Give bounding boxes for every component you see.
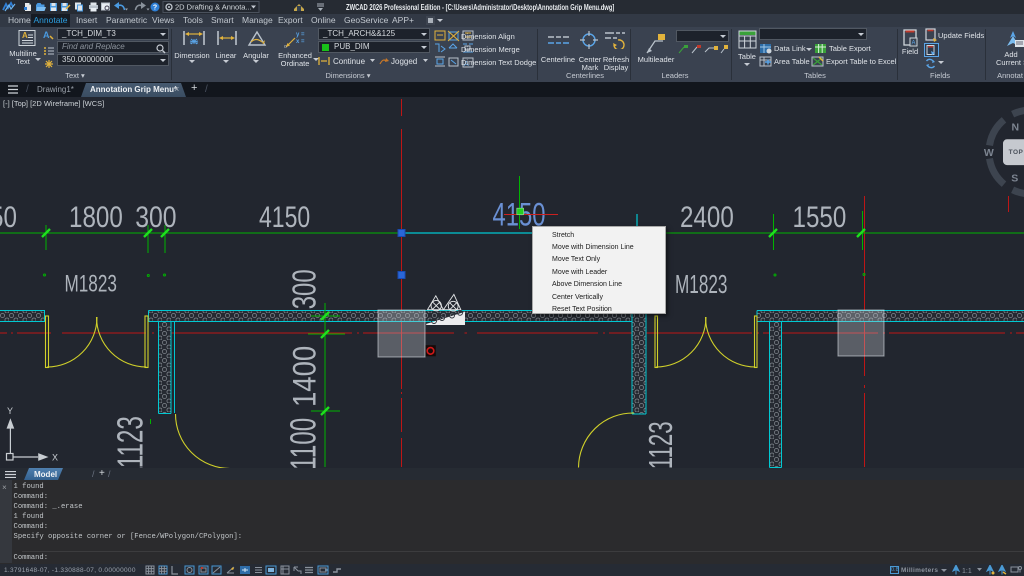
svg-text:50: 50 [0,201,17,234]
svg-text:300: 300 [135,200,176,234]
svg-text:Y: Y [7,406,13,416]
svg-text:2D Drafting & Annota...: 2D Drafting & Annota... [175,3,252,12]
svg-text:y =: y = [296,32,305,38]
svg-text:M1823: M1823 [65,270,117,297]
svg-text:2400: 2400 [680,201,734,234]
svg-text:N: N [1012,122,1020,134]
svg-text:Continue: Continue [333,57,366,66]
svg-text:Jogged: Jogged [391,57,417,66]
svg-text:A: A [22,31,28,40]
svg-text:TOP: TOP [1009,149,1024,156]
svg-text:x =: x = [296,39,305,45]
svg-text:?: ? [153,5,157,12]
svg-text:A: A [912,41,916,47]
svg-text:1400: 1400 [288,346,323,407]
svg-text:4150: 4150 [259,200,310,233]
svg-text:W: W [984,147,994,159]
svg-text:S: S [1011,173,1018,185]
svg-text:A: A [43,30,50,40]
svg-text:300: 300 [287,269,324,309]
svg-text:1800: 1800 [69,201,123,234]
svg-text:11123: 11123 [110,416,151,468]
svg-text:11123: 11123 [643,421,679,468]
svg-text:o: o [284,44,287,48]
svg-text:M1823: M1823 [675,269,727,299]
svg-text:1:1: 1:1 [962,568,972,575]
svg-text:1100: 1100 [283,418,324,468]
svg-text:1550: 1550 [793,201,847,234]
svg-text:[-] [Top] [2D Wireframe] [WCS]: [-] [Top] [2D Wireframe] [WCS] [3,99,104,108]
svg-text:X: X [52,453,58,463]
